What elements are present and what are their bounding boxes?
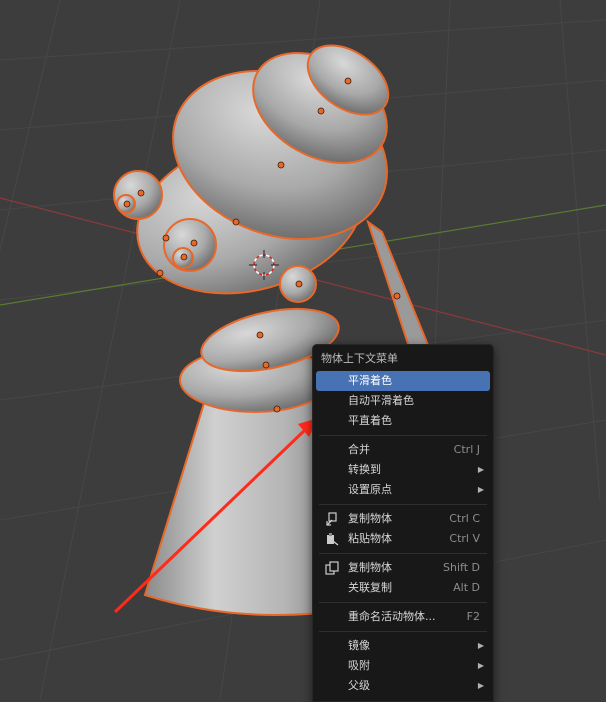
submenu-arrow-icon: ▶ [477,485,484,494]
menu-item[interactable]: 复制物体 Shift D [316,558,490,578]
menu-body: 平滑着色自动平滑着色 平直着色合并 Ctrl J 转换到 ▶ 设置原点 ▶ 复制物体 Ctrl … [313,371,493,696]
menu-item[interactable]: 自动平滑着色 [316,391,490,411]
menu-item[interactable]: 平滑着色 [316,371,490,391]
menu-separator [319,631,487,632]
menu-item[interactable]: 父级 ▶ [316,676,490,696]
menu-item[interactable]: 重命名活动物体... F2 [316,607,490,627]
3d-viewport[interactable] [0,0,606,700]
menu-item[interactable]: 关联复制 Alt D [316,578,490,598]
menu-separator [319,435,487,436]
submenu-arrow-icon: ▶ [477,641,484,650]
menu-item-label: 自动平滑着色 [348,394,414,407]
menu-separator [319,553,487,554]
menu-item-label: 复制物体 [348,512,392,525]
menu-item-label: 设置原点 [348,483,392,496]
menu-separator [319,504,487,505]
menu-item-label: 平滑着色 [348,374,392,387]
menu-item-label: 合并 [348,443,370,456]
menu-item-label: 转换到 [348,463,381,476]
menu-item[interactable]: 吸附 ▶ [316,656,490,676]
menu-item-label: 重命名活动物体... [348,610,436,623]
object-context-menu: 物体上下文菜单 平滑着色自动平滑着色 平直着色合并 Ctrl J 转换到 ▶ 设置原点 ▶ 复… [312,344,494,702]
menu-item-label: 吸附 [348,659,370,672]
paste-icon [325,532,339,546]
menu-item-label: 父级 [348,679,370,692]
menu-item-shortcut: Ctrl C [449,512,480,525]
menu-item[interactable]: 粘贴物体 Ctrl V [316,529,490,549]
copy-icon [325,512,339,526]
menu-item-label: 粘贴物体 [348,532,392,545]
menu-item[interactable]: 合并 Ctrl J [316,440,490,460]
duplicate-icon [325,561,339,575]
menu-item-label: 复制物体 [348,561,392,574]
submenu-arrow-icon: ▶ [477,465,484,474]
menu-item-shortcut: Ctrl J [453,443,480,456]
menu-separator [319,602,487,603]
submenu-arrow-icon: ▶ [477,661,484,670]
menu-title: 物体上下文菜单 [321,352,398,365]
menu-item[interactable]: 转换到 ▶ [316,460,490,480]
submenu-arrow-icon: ▶ [477,681,484,690]
menu-item-label: 镜像 [348,639,370,652]
menu-item-label: 平直着色 [348,414,392,427]
menu-item[interactable]: 平直着色 [316,411,490,431]
menu-item-shortcut: Alt D [453,581,480,594]
menu-item[interactable]: 镜像 ▶ [316,636,490,656]
model-sword [366,219,432,358]
menu-item-label: 关联复制 [348,581,392,594]
menu-item[interactable]: 设置原点 ▶ [316,480,490,500]
menu-item-shortcut: Ctrl V [449,532,480,545]
menu-item-shortcut: F2 [466,610,480,623]
menu-item[interactable]: 复制物体 Ctrl C [316,509,490,529]
menu-item-shortcut: Shift D [443,561,480,574]
